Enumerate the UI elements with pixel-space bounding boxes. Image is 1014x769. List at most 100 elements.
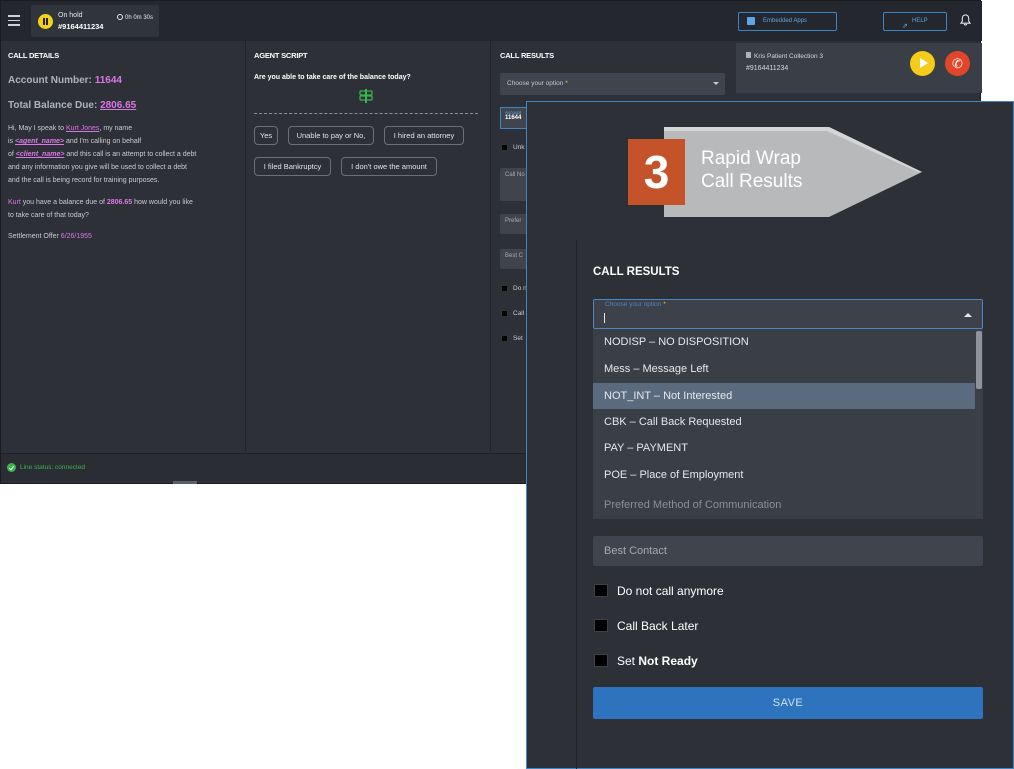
agent-name-token: <agent_name> xyxy=(15,138,65,145)
account-label: Account Number: xyxy=(8,75,92,86)
save-button[interactable]: SAVE xyxy=(593,687,983,719)
customer-name-link[interactable]: Kurt Jones xyxy=(66,125,99,132)
balance-label: Total Balance Due: xyxy=(8,100,98,111)
client-name-token: <client_name> xyxy=(15,151,65,158)
call-results-title-bg: CALL RESULTS xyxy=(500,51,554,60)
not-ready-text: Not Ready xyxy=(638,654,698,668)
checkbox-bg-label: Call xyxy=(513,310,525,317)
embedded-apps-button[interactable]: Embedded Apps xyxy=(738,12,837,31)
required-star: * xyxy=(663,301,666,308)
document-icon xyxy=(746,52,751,58)
line-status: Line status: connected xyxy=(20,464,86,471)
step-number-badge: 3 xyxy=(628,139,685,205)
horizontal-scrollbar[interactable] xyxy=(173,481,197,484)
intro-text: , my name xyxy=(99,125,133,132)
call-intro-script: Hi, May I speak to Kurt Jones, my name i… xyxy=(8,122,243,187)
balance-inline-value: 2806.65 xyxy=(106,199,133,206)
call-status-box: On hold #9164411234 0h 0m 30s xyxy=(31,5,159,37)
checkbox-bg[interactable] xyxy=(501,335,508,342)
intro-text: and I'm calling on behalf xyxy=(64,138,142,145)
option-preferred-method[interactable]: Preferred Method of Communication xyxy=(593,492,975,518)
patient-number: #9164411234 xyxy=(746,65,789,72)
timer-icon xyxy=(117,14,123,20)
puzzle-icon xyxy=(747,17,755,25)
hold-timer: 0h 0m 30s xyxy=(117,14,153,21)
balance-text: you have a balance due of xyxy=(20,199,107,206)
checkbox-bg-label: Set xyxy=(513,335,523,342)
checkbox-bg[interactable] xyxy=(501,285,508,292)
settlement-label: Settlement Offer xyxy=(8,233,61,240)
hold-timer-text: 0h 0m 30s xyxy=(125,15,154,21)
call-results-select-bg[interactable]: Choose your option * xyxy=(500,73,725,95)
call-results-dropdown: NODISP – NO DISPOSITION Mess – Message L… xyxy=(593,329,983,519)
callout-line-1: Rapid Wrap xyxy=(701,148,801,169)
bell-icon[interactable] xyxy=(960,14,971,26)
option-place-of-employment[interactable]: POE – Place of Employment xyxy=(593,462,975,488)
checkbox-bg[interactable] xyxy=(501,310,508,317)
option-call-back[interactable]: CBK – Call Back Requested xyxy=(593,409,975,435)
intro-text: and this call is an attempt to collect a… xyxy=(64,151,197,158)
set-prefix: Set xyxy=(617,654,639,668)
call-back-later-checkbox[interactable] xyxy=(594,619,608,632)
script-hired-attorney-button[interactable]: I hired an attorney xyxy=(384,126,464,145)
patient-name-text: Kris Patient Collection 3 xyxy=(754,53,824,60)
callout-label: Rapid Wrap Call Results xyxy=(701,147,802,193)
menu-icon[interactable] xyxy=(8,15,20,26)
script-unable-to-pay-button[interactable]: Unable to pay or No, xyxy=(288,126,374,145)
call-results-select[interactable]: Choose your option * xyxy=(593,299,983,329)
help-label: HELP xyxy=(912,18,928,24)
best-contact-field[interactable]: Best Contact xyxy=(593,536,983,566)
intro-text: and any information you give will be use… xyxy=(8,164,187,171)
chevron-up-icon[interactable] xyxy=(964,313,972,317)
intro-text: of xyxy=(8,151,16,158)
dropdown-scrollbar[interactable] xyxy=(975,329,983,519)
script-dont-owe-button[interactable]: I don't owe the amount xyxy=(341,157,437,176)
required-star: * xyxy=(565,80,568,87)
balance-script: Kurt you have a balance due of 2806.65 h… xyxy=(8,196,243,222)
hangup-button[interactable]: ✆ xyxy=(945,51,970,76)
settlement-date: 6/26/1955 xyxy=(60,233,92,240)
play-button[interactable] xyxy=(910,51,935,76)
intro-text: and the call is being record for trainin… xyxy=(8,177,160,184)
balance-value[interactable]: 2806.65 xyxy=(100,100,136,111)
account-number: Account Number: 11644 xyxy=(8,75,122,86)
call-results-title: CALL RESULTS xyxy=(593,266,680,278)
script-bankruptcy-button[interactable]: I filed Bankruptcy xyxy=(254,157,331,176)
patient-card: Kris Patient Collection 3 #9164411234 ✆ xyxy=(736,43,982,93)
set-not-ready-checkbox[interactable] xyxy=(594,654,608,667)
help-button[interactable]: ⇗ HELP xyxy=(883,12,947,31)
balance-text: how would you like xyxy=(132,199,193,206)
call-details-title: CALL DETAILS xyxy=(8,51,60,60)
total-balance: Total Balance Due: 2806.65 xyxy=(8,100,136,111)
script-divider xyxy=(254,113,478,114)
do-not-call-label: Do not call anymore xyxy=(617,584,724,598)
column-divider xyxy=(245,41,246,451)
signpost-icon xyxy=(359,89,373,103)
option-message-left[interactable]: Mess – Message Left xyxy=(593,356,975,382)
select-label-text: Choose your option xyxy=(605,301,662,308)
dropdown-scroll-thumb[interactable] xyxy=(976,331,982,389)
do-not-call-checkbox[interactable] xyxy=(594,584,608,597)
script-question: Are you able to take care of the balance… xyxy=(254,74,411,81)
option-nodisp[interactable]: NODISP – NO DISPOSITION xyxy=(593,329,975,355)
hold-label: On hold xyxy=(58,12,83,19)
script-yes-button[interactable]: Yes xyxy=(254,126,278,145)
external-link-icon: ⇗ xyxy=(902,23,908,30)
balance-text: to take care of that today? xyxy=(8,212,89,219)
checkbox-bg-label: Do n xyxy=(513,285,527,292)
set-not-ready-label: Set Not Ready xyxy=(617,654,698,668)
dropdown-caret-icon xyxy=(713,82,719,85)
callout-line-2: Call Results xyxy=(701,171,803,192)
checkbox-bg[interactable] xyxy=(501,144,508,151)
zoom-divider xyxy=(576,240,577,769)
option-not-interested[interactable]: NOT_INT – Not Interested xyxy=(593,383,975,409)
pause-icon[interactable] xyxy=(38,14,53,29)
text-cursor xyxy=(604,313,605,323)
option-payment[interactable]: PAY – PAYMENT xyxy=(593,435,975,461)
call-back-later-label: Call Back Later xyxy=(617,619,699,633)
settlement-offer: Settlement Offer 6/26/1955 xyxy=(8,230,243,243)
top-bar: On hold #9164411234 0h 0m 30s Embedded A… xyxy=(1,1,982,41)
intro-text: Hi, May I speak to xyxy=(8,125,66,132)
hold-phone-number: #9164411234 xyxy=(58,22,104,31)
hangup-icon: ✆ xyxy=(952,56,963,71)
